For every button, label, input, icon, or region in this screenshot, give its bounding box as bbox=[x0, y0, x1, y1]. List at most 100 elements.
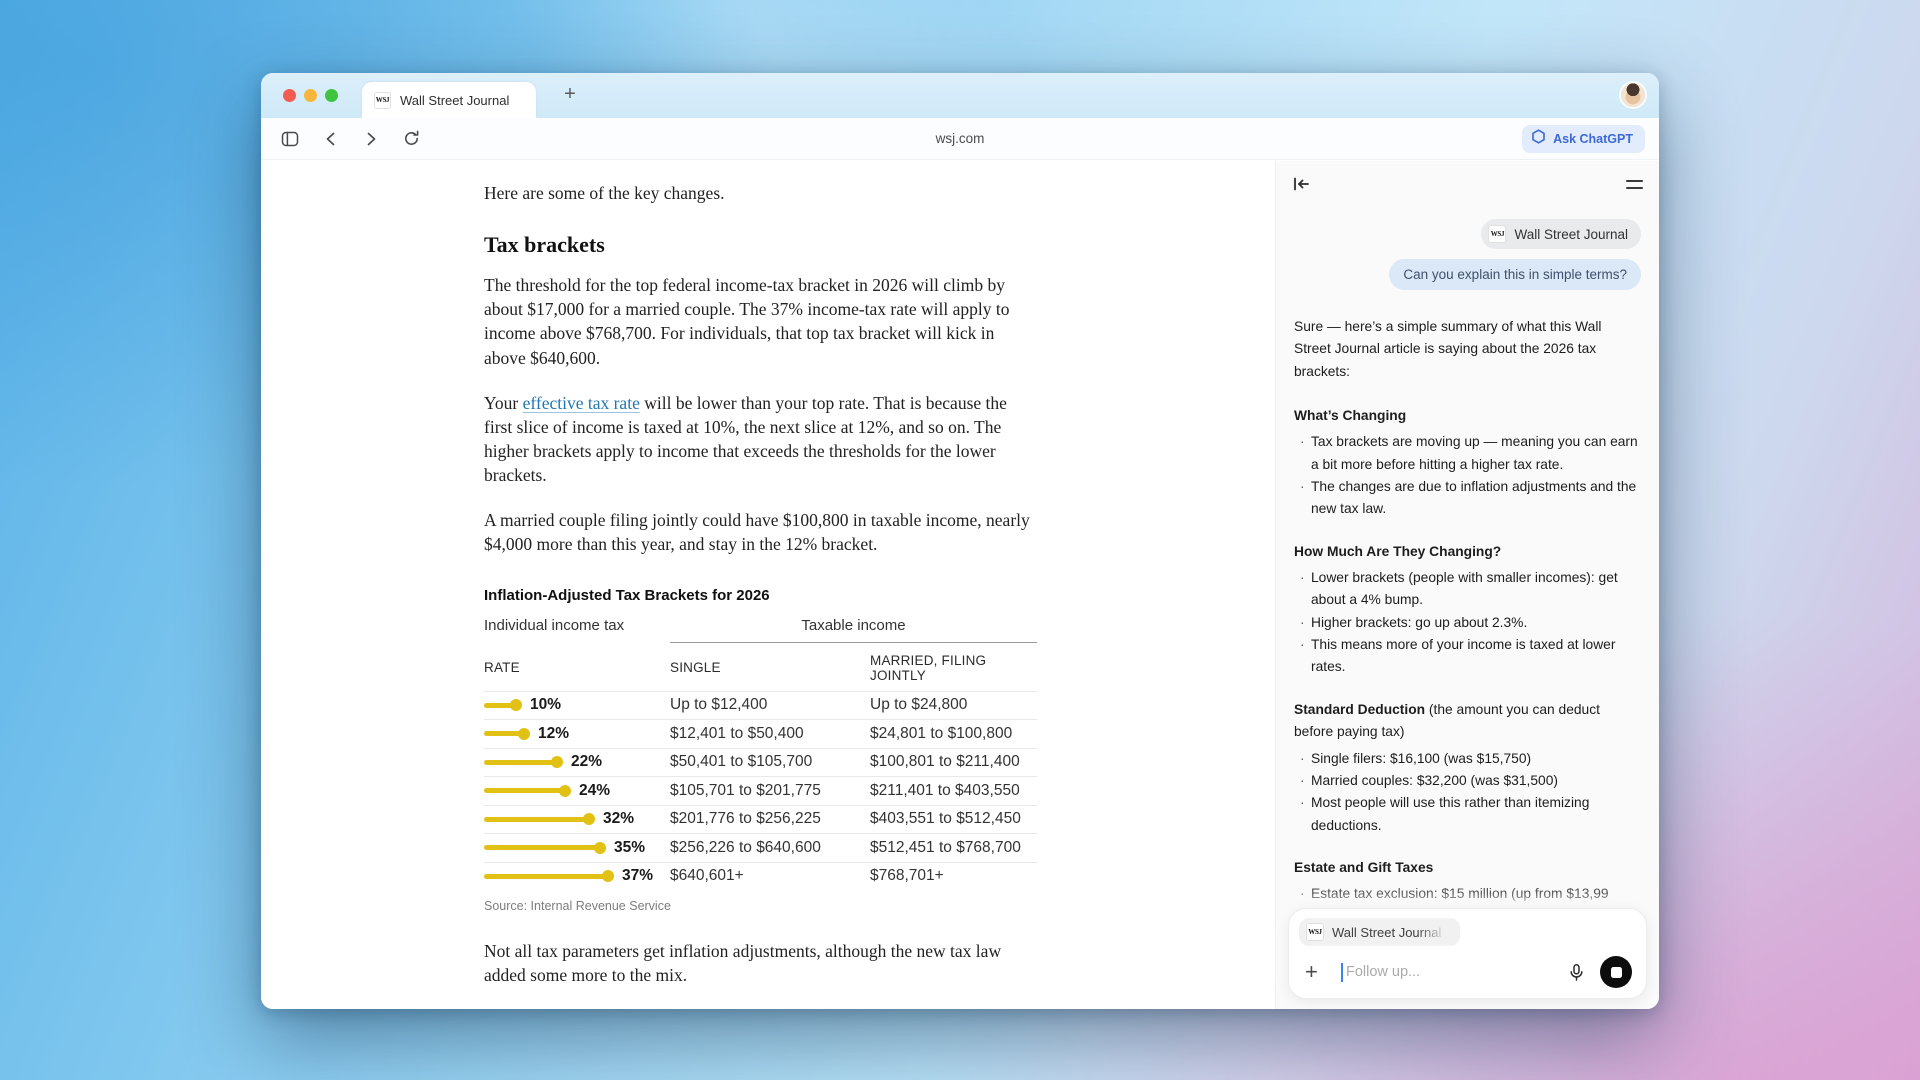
context-chip-label: Wall Street Journal bbox=[1332, 925, 1450, 940]
rate-bar bbox=[484, 703, 518, 708]
married-range: $768,701+ bbox=[870, 867, 1037, 885]
effective-tax-rate-link[interactable]: effective tax rate bbox=[523, 393, 640, 413]
rate-bar bbox=[484, 760, 559, 765]
wsj-favicon: WSJ bbox=[1488, 225, 1506, 243]
new-tab-button[interactable]: + bbox=[558, 84, 582, 104]
sidebar-header bbox=[1276, 161, 1659, 207]
source-chip-label: Wall Street Journal bbox=[1514, 227, 1628, 242]
user-message: Can you explain this in simple terms? bbox=[1389, 259, 1641, 290]
reply-bullet: ·Estate tax exclusion: $15 million (up f… bbox=[1294, 883, 1641, 905]
rate-bar bbox=[484, 731, 526, 736]
table-row: 32% $201,776 to $256,225 $403,551 to $51… bbox=[484, 805, 1037, 834]
source-chip-wsj[interactable]: WSJ Wall Street Journal bbox=[1481, 219, 1641, 249]
article-paragraph: A married couple filing jointly could ha… bbox=[484, 508, 1037, 556]
single-range: $640,601+ bbox=[670, 867, 870, 885]
table-subhead-individual: Individual income tax bbox=[484, 617, 670, 643]
browser-toolbar: wsj.com Ask ChatGPT bbox=[261, 118, 1659, 160]
profile-avatar[interactable] bbox=[1621, 83, 1645, 107]
zoom-window-button[interactable] bbox=[325, 89, 338, 102]
single-range: $12,401 to $50,400 bbox=[670, 725, 870, 743]
rate-label: 10% bbox=[530, 696, 561, 714]
article-pane: Here are some of the key changes. Tax br… bbox=[261, 161, 1275, 1009]
reply-section-heading: Estate and Gift Taxes bbox=[1294, 857, 1641, 879]
rate-label: 12% bbox=[538, 725, 569, 743]
reply-intro: Sure — here’s a simple summary of what t… bbox=[1294, 316, 1641, 383]
minimize-window-button[interactable] bbox=[304, 89, 317, 102]
chat-messages: WSJ Wall Street Journal Can you explain … bbox=[1276, 207, 1659, 909]
table-row: 35% $256,226 to $640,600 $512,451 to $76… bbox=[484, 833, 1037, 862]
sidebar-menu-icon[interactable] bbox=[1626, 175, 1643, 194]
tab-bar: WSJ Wall Street Journal + bbox=[261, 73, 1659, 118]
married-range: $403,551 to $512,450 bbox=[870, 810, 1037, 828]
rate-label: 37% bbox=[622, 867, 653, 885]
article-paragraph: The child tax credit is now subject to a… bbox=[484, 1008, 1037, 1009]
wsj-favicon: WSJ bbox=[374, 92, 391, 109]
tab-wall-street-journal[interactable]: WSJ Wall Street Journal bbox=[362, 82, 536, 118]
married-range: $100,801 to $211,400 bbox=[870, 753, 1037, 771]
rate-bar bbox=[484, 817, 591, 822]
table-row: 10% Up to $12,400 Up to $24,800 bbox=[484, 691, 1037, 720]
rate-bar bbox=[484, 874, 610, 879]
rate-bar bbox=[484, 788, 567, 793]
married-range: $512,451 to $768,700 bbox=[870, 839, 1037, 857]
rate-label: 35% bbox=[614, 839, 645, 857]
ask-chatgpt-button[interactable]: Ask ChatGPT bbox=[1522, 125, 1645, 153]
table-row: 24% $105,701 to $201,775 $211,401 to $40… bbox=[484, 776, 1037, 805]
ask-chatgpt-label: Ask ChatGPT bbox=[1553, 132, 1633, 146]
openai-logo-icon bbox=[1531, 129, 1546, 149]
table-row: 22% $50,401 to $105,700 $100,801 to $211… bbox=[484, 748, 1037, 777]
browser-window: WSJ Wall Street Journal + wsj.com bbox=[261, 73, 1659, 1009]
chat-composer: WSJ Wall Street Journal + Follow up... bbox=[1288, 908, 1647, 999]
married-range: $24,801 to $100,800 bbox=[870, 725, 1037, 743]
single-range: $50,401 to $105,700 bbox=[670, 753, 870, 771]
rate-label: 32% bbox=[603, 810, 634, 828]
tax-brackets-table: Inflation-Adjusted Tax Brackets for 2026… bbox=[484, 587, 1037, 914]
composer-context-chip[interactable]: WSJ Wall Street Journal bbox=[1299, 918, 1460, 946]
reply-bullet: ·This means more of your income is taxed… bbox=[1294, 634, 1641, 679]
reply-bullet: ·Single filers: $16,100 (was $15,750) bbox=[1294, 748, 1641, 770]
reply-bullet: ·The changes are due to inflation adjust… bbox=[1294, 476, 1641, 521]
article-paragraph: Here are some of the key changes. bbox=[484, 181, 1037, 205]
married-range: $211,401 to $403,550 bbox=[870, 782, 1037, 800]
table-row: 12% $12,401 to $50,400 $24,801 to $100,8… bbox=[484, 719, 1037, 748]
article-paragraph: Not all tax parameters get inflation adj… bbox=[484, 939, 1037, 987]
table-subhead-taxable-income: Taxable income bbox=[670, 617, 1037, 643]
reply-bullet: ·Tax brackets are moving up — meaning yo… bbox=[1294, 431, 1641, 476]
reply-bullet: ·Lower brackets (people with smaller inc… bbox=[1294, 567, 1641, 612]
collapse-sidebar-icon[interactable] bbox=[1292, 175, 1311, 198]
table-source: Source: Internal Revenue Service bbox=[484, 899, 1037, 913]
rate-label: 24% bbox=[579, 782, 610, 800]
column-header-rate: RATE bbox=[484, 660, 670, 675]
reply-section-heading: What’s Changing bbox=[1294, 405, 1641, 427]
assistant-reply: Sure — here’s a simple summary of what t… bbox=[1294, 316, 1641, 906]
reply-bullet: ·Married couples: $32,200 (was $31,500) bbox=[1294, 770, 1641, 792]
rate-bar bbox=[484, 845, 602, 850]
chatgpt-sidebar: WSJ Wall Street Journal Can you explain … bbox=[1275, 161, 1659, 1009]
reply-bullet: ·Most people will use this rather than i… bbox=[1294, 792, 1641, 837]
followup-input[interactable]: Follow up... bbox=[1346, 964, 1567, 980]
microphone-icon[interactable] bbox=[1567, 963, 1586, 982]
stop-button[interactable] bbox=[1600, 956, 1632, 988]
article-paragraph: The threshold for the top federal income… bbox=[484, 273, 1037, 370]
reply-bullet: ·Higher brackets: go up about 2.3%. bbox=[1294, 612, 1641, 634]
address-bar[interactable]: wsj.com bbox=[261, 131, 1659, 146]
article-paragraph: Your effective tax rate will be lower th… bbox=[484, 391, 1037, 488]
table-title: Inflation-Adjusted Tax Brackets for 2026 bbox=[484, 587, 1037, 604]
single-range: $201,776 to $256,225 bbox=[670, 810, 870, 828]
column-header-single: SINGLE bbox=[670, 660, 870, 675]
close-window-button[interactable] bbox=[283, 89, 296, 102]
single-range: Up to $12,400 bbox=[670, 696, 870, 714]
article-heading-tax-brackets: Tax brackets bbox=[484, 232, 1037, 258]
window-controls bbox=[283, 89, 338, 102]
married-range: Up to $24,800 bbox=[870, 696, 1037, 714]
rate-label: 22% bbox=[571, 753, 602, 771]
reply-section-heading: How Much Are They Changing? bbox=[1294, 541, 1641, 563]
single-range: $105,701 to $201,775 bbox=[670, 782, 870, 800]
reply-section-heading: Standard Deduction (the amount you can d… bbox=[1294, 699, 1641, 744]
tab-title: Wall Street Journal bbox=[400, 93, 509, 108]
text-caret bbox=[1341, 963, 1343, 982]
table-row: 37% $640,601+ $768,701+ bbox=[484, 862, 1037, 891]
column-header-married: MARRIED, FILING JOINTLY bbox=[870, 653, 1037, 683]
attach-plus-icon[interactable]: + bbox=[1305, 962, 1329, 982]
single-range: $256,226 to $640,600 bbox=[670, 839, 870, 857]
